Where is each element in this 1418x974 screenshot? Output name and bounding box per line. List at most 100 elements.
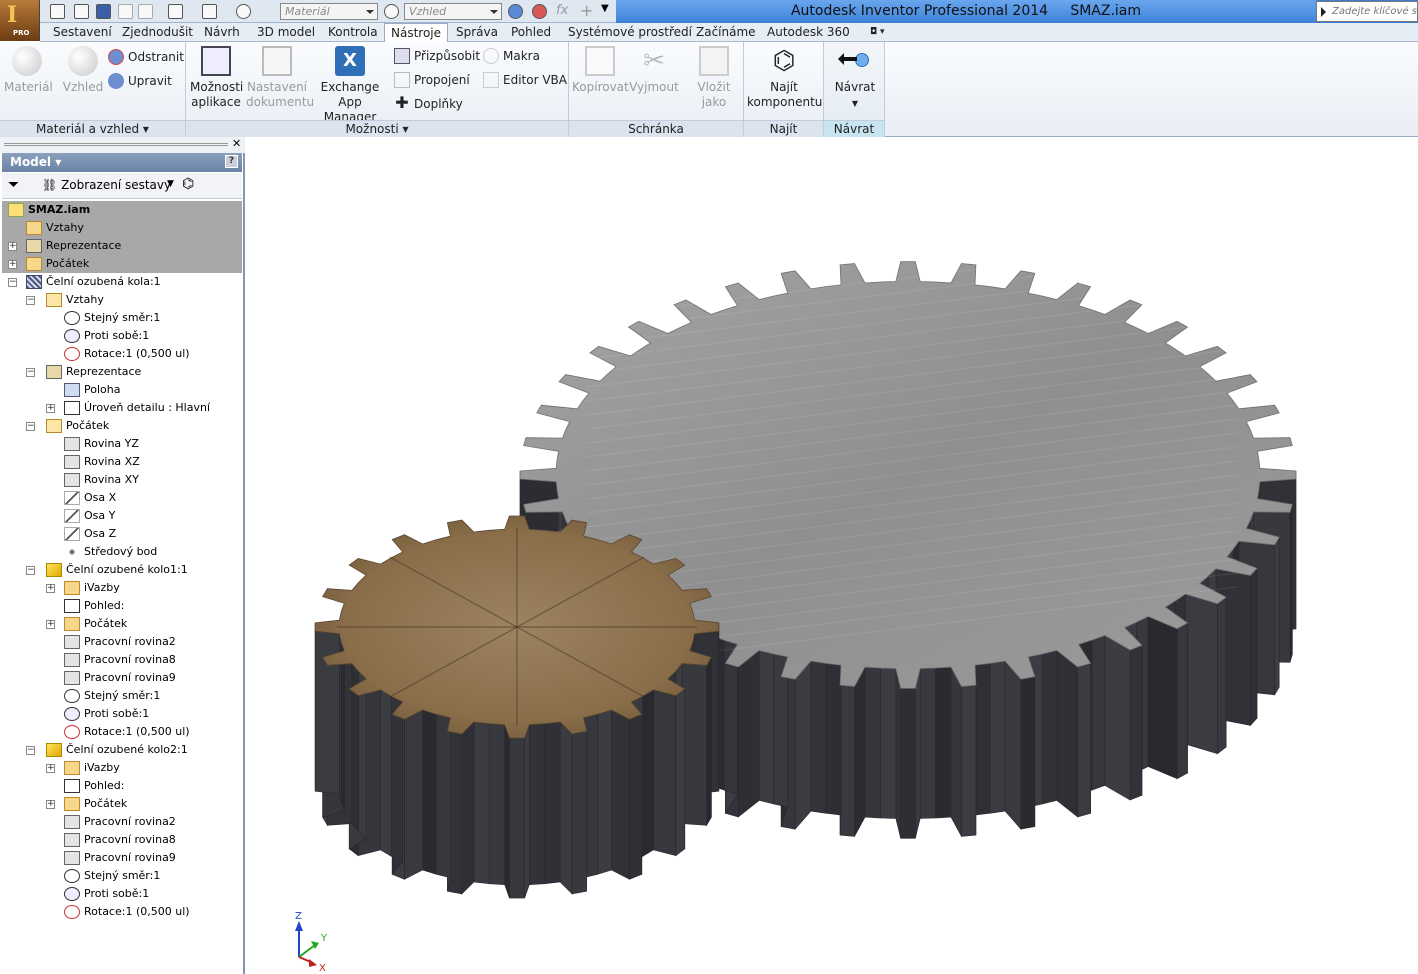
tree-node[interactable]: + iVazby [2, 579, 242, 597]
collapse-icon[interactable]: − [26, 422, 35, 431]
project-icon[interactable] [202, 4, 217, 19]
tree-node[interactable]: Rotace:1 (0,500 ul) [2, 723, 242, 741]
gear-assembly-model[interactable]: Z Y X [247, 137, 1418, 974]
tree-node[interactable]: + Počátek [2, 795, 242, 813]
small-spur-gear[interactable] [314, 515, 720, 899]
tree-node[interactable]: − Počátek [2, 417, 242, 435]
tree-node[interactable]: Stejný směr:1 [2, 867, 242, 885]
links-button[interactable]: Propojení [394, 71, 470, 89]
expand-icon[interactable]: + [46, 764, 55, 773]
macros-button[interactable]: Makra [483, 47, 540, 65]
tree-node[interactable]: − Vztahy [2, 291, 242, 309]
tab-navrh[interactable]: Návrh [204, 25, 240, 39]
expand-icon[interactable]: + [46, 584, 55, 593]
redo-icon[interactable] [138, 4, 153, 19]
tree-node[interactable]: + Úroveň detailu : Hlavní [2, 399, 242, 417]
addins-button[interactable]: ✚ Doplňky [394, 95, 462, 113]
tab-3d-model[interactable]: 3D model [257, 25, 315, 39]
tab-autodesk-360[interactable]: Autodesk 360 [767, 25, 850, 39]
tree-node[interactable]: Osa Y [2, 507, 242, 525]
expand-icon[interactable]: + [46, 620, 55, 629]
tree-node[interactable]: Rotace:1 (0,500 ul) [2, 903, 242, 921]
collapse-icon[interactable]: − [8, 278, 17, 287]
tree-node[interactable]: Pracovní rovina8 [2, 651, 242, 669]
remove-appearance-button[interactable]: Odstranit [108, 48, 184, 66]
tree-node[interactable]: Pracovní rovina2 [2, 813, 242, 831]
tree-node[interactable]: − Čelní ozubená kola:1 [2, 273, 242, 291]
tree-node[interactable]: − Čelní ozubené kolo1:1 [2, 561, 242, 579]
adjust-appearance-icon[interactable] [508, 4, 523, 19]
ribbon-minimize-icon[interactable]: ◘ ▾ [870, 27, 885, 37]
tree-node[interactable]: + Počátek [2, 615, 242, 633]
customize-button[interactable]: Přizpůsobit [394, 47, 480, 65]
document-settings-button[interactable]: Nastavení dokumentu [246, 46, 314, 110]
tree-node[interactable]: Proti sobě:1 [2, 327, 242, 345]
tree-node[interactable]: Poloha [2, 381, 242, 399]
material-sphere-icon[interactable] [236, 4, 251, 19]
tree-node[interactable]: Proti sobě:1 [2, 885, 242, 903]
tree-node[interactable]: Stejný směr:1 [2, 309, 242, 327]
tree-node[interactable]: Osa Z [2, 525, 242, 543]
tab-nastroje[interactable]: Nástroje [384, 23, 449, 43]
clear-appearance-icon[interactable] [532, 4, 547, 19]
filter-icon[interactable]: ⏷ [8, 177, 19, 193]
material-button[interactable]: Materiál [4, 46, 53, 95]
save-icon[interactable] [96, 4, 111, 19]
model-header[interactable]: Model ▾ ? [2, 153, 242, 172]
plus-icon[interactable]: + [580, 1, 593, 20]
panel-title-material[interactable]: Materiál a vzhled ▾ [0, 120, 185, 137]
appearance-select[interactable]: Vzhled [404, 3, 502, 20]
panel-title-options[interactable]: Možnosti ▾ [186, 120, 568, 137]
vba-editor-button[interactable]: Editor VBA [483, 71, 567, 89]
copy-button[interactable]: Kopírovat [572, 46, 629, 95]
cut-button[interactable]: ✂ Vyjmout [629, 46, 679, 95]
tree-node[interactable]: Pohled: [2, 777, 242, 795]
expand-icon[interactable]: + [8, 242, 17, 251]
exchange-app-manager-button[interactable]: X Exchange App Manager [312, 46, 388, 125]
tree-node[interactable]: Středový bod [2, 543, 242, 561]
application-menu-button[interactable]: I PRO [0, 0, 40, 41]
return-quick-icon[interactable] [168, 4, 183, 19]
appearance-button[interactable]: Vzhled [60, 46, 106, 95]
expand-icon[interactable]: + [8, 260, 17, 269]
tab-pohled[interactable]: Pohled [511, 25, 551, 39]
collapse-icon[interactable]: − [26, 296, 35, 305]
tree-node[interactable]: Stejný směr:1 [2, 687, 242, 705]
tree-node[interactable]: Pracovní rovina2 [2, 633, 242, 651]
tab-systemove-prostredi[interactable]: Systémové prostředí [568, 25, 692, 39]
tab-zjednodusit[interactable]: Zjednodušit [122, 25, 193, 39]
tab-zaciname[interactable]: Začínáme [696, 25, 756, 39]
tree-node[interactable]: + Reprezentace [2, 237, 242, 255]
tree-node[interactable]: SMAZ.iam [2, 201, 242, 219]
return-button[interactable]: Návrat ▼ [829, 46, 881, 111]
tab-sprava[interactable]: Správa [456, 25, 498, 39]
material-select[interactable]: Materiál [280, 3, 378, 20]
tree-node[interactable]: + Počátek [2, 255, 242, 273]
new-icon[interactable] [50, 4, 65, 19]
tree-node[interactable]: Pohled: [2, 597, 242, 615]
application-options-button[interactable]: Možnosti aplikace [190, 46, 243, 110]
graphics-viewport[interactable]: Z Y X [247, 137, 1418, 974]
qat-dropdown-icon[interactable]: ▼ [601, 3, 609, 14]
adjust-appearance-button[interactable]: Upravit [108, 72, 172, 90]
tree-node[interactable]: − Reprezentace [2, 363, 242, 381]
tree-node[interactable]: Vztahy [2, 219, 242, 237]
collapse-icon[interactable]: − [26, 746, 35, 755]
tree-node[interactable]: Rovina XY [2, 471, 242, 489]
collapse-icon[interactable]: − [26, 566, 35, 575]
close-browser-icon[interactable]: ✕ [232, 137, 241, 150]
help-search-input[interactable]: Zadejte klíčové slo [1316, 1, 1418, 22]
open-icon[interactable] [74, 4, 89, 19]
view-mode-dropdown-icon[interactable]: ▼ [167, 179, 174, 189]
find-component-button[interactable]: ⌬ Najít komponentu [747, 46, 822, 110]
paste-as-button[interactable]: Vložit jako [689, 46, 739, 110]
tree-node[interactable]: Rovina YZ [2, 435, 242, 453]
undo-icon[interactable] [118, 4, 133, 19]
tree-node[interactable]: Pracovní rovina9 [2, 849, 242, 867]
expand-icon[interactable]: + [46, 404, 55, 413]
collapse-icon[interactable]: − [26, 368, 35, 377]
tree-node[interactable]: Pracovní rovina8 [2, 831, 242, 849]
tree-node[interactable]: Rotace:1 (0,500 ul) [2, 345, 242, 363]
fx-icon[interactable]: fx [556, 3, 568, 18]
expand-icon[interactable]: + [46, 800, 55, 809]
